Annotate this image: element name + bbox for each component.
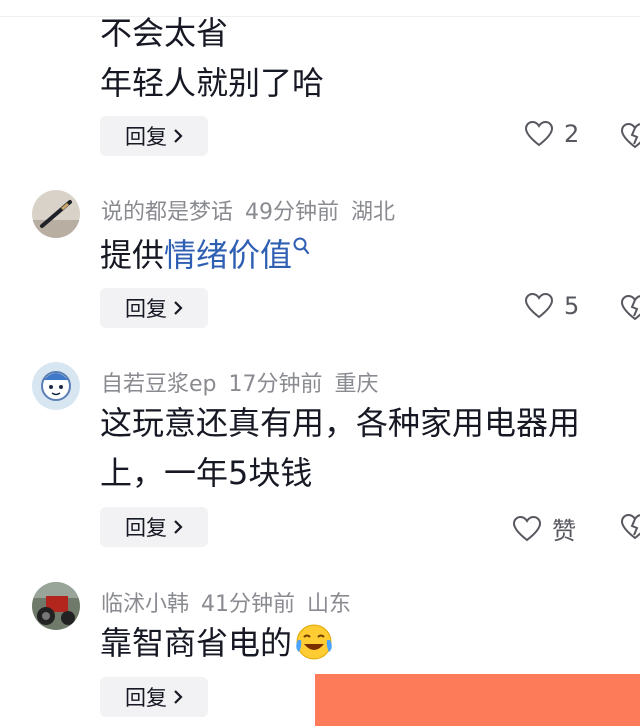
like-button[interactable]: 赞: [512, 511, 576, 546]
search-icon[interactable]: [292, 236, 310, 256]
overlay-banner: [315, 674, 640, 726]
comment-text: 靠智商省电的: [100, 620, 336, 666]
tractor-avatar-image: [32, 582, 80, 630]
like-button[interactable]: 2: [524, 120, 579, 148]
pen-avatar-image: [32, 190, 80, 238]
location: 山东: [307, 592, 352, 617]
like-button[interactable]: 5: [524, 292, 579, 320]
location: 重庆: [334, 372, 379, 397]
avatar[interactable]: [32, 190, 80, 238]
reply-button[interactable]: 回复: [100, 677, 208, 717]
heart-icon: [524, 292, 554, 319]
reply-button[interactable]: 回复: [100, 288, 208, 328]
timestamp: 41分钟前: [201, 592, 296, 617]
chevron-right-icon: [174, 301, 183, 315]
timestamp: 17分钟前: [228, 372, 323, 397]
avatar[interactable]: [32, 362, 80, 410]
comment-text-line: 上，一年5块钱: [100, 454, 313, 492]
broken-heart-icon[interactable]: [620, 513, 640, 541]
chevron-right-icon: [174, 690, 183, 704]
location: 湖北: [351, 200, 396, 225]
reply-button[interactable]: 回复: [100, 507, 208, 547]
reply-button[interactable]: 回复: [100, 116, 208, 156]
username[interactable]: 说的都是梦话: [101, 200, 233, 225]
comment-text-plain: 靠智商省电的: [100, 624, 293, 662]
chevron-right-icon: [174, 129, 183, 143]
broken-heart-icon[interactable]: [620, 122, 640, 150]
heart-icon: [524, 120, 554, 147]
cartoon-avatar-image: [32, 362, 80, 410]
broken-heart-icon[interactable]: [620, 294, 640, 322]
reply-button-label: 回复: [125, 686, 167, 710]
username[interactable]: 临沭小韩: [101, 592, 189, 617]
laughing-crying-emoji-icon: [296, 624, 332, 660]
comment-text-line: 年轻人就别了哈: [100, 64, 325, 102]
comment-meta: 说的都是梦话 49分钟前 湖北: [101, 194, 407, 226]
chevron-right-icon: [174, 520, 183, 534]
comment-text-line: 这玩意还真有用，各种家用电器用: [100, 404, 581, 442]
comment-text-line: 不会太省: [100, 14, 229, 52]
search-link[interactable]: 情绪价值: [164, 236, 292, 274]
like-count: 2: [564, 120, 580, 148]
reply-button-label: 回复: [125, 125, 167, 149]
comment-text: 提供情绪价值: [100, 232, 310, 278]
divider: [0, 16, 640, 17]
comment-meta: 临沭小韩 41分钟前 山东: [101, 586, 363, 618]
comment-text-plain: 提供: [100, 236, 165, 274]
like-label: 赞: [552, 517, 576, 545]
reply-button-label: 回复: [125, 297, 167, 321]
heart-icon: [512, 515, 542, 541]
timestamp: 49分钟前: [245, 200, 340, 225]
username[interactable]: 自若豆浆ep: [101, 372, 217, 397]
reply-button-label: 回复: [125, 516, 167, 540]
comment-meta: 自若豆浆ep 17分钟前 重庆: [101, 366, 391, 398]
avatar[interactable]: [32, 582, 80, 630]
like-count: 5: [564, 292, 580, 320]
